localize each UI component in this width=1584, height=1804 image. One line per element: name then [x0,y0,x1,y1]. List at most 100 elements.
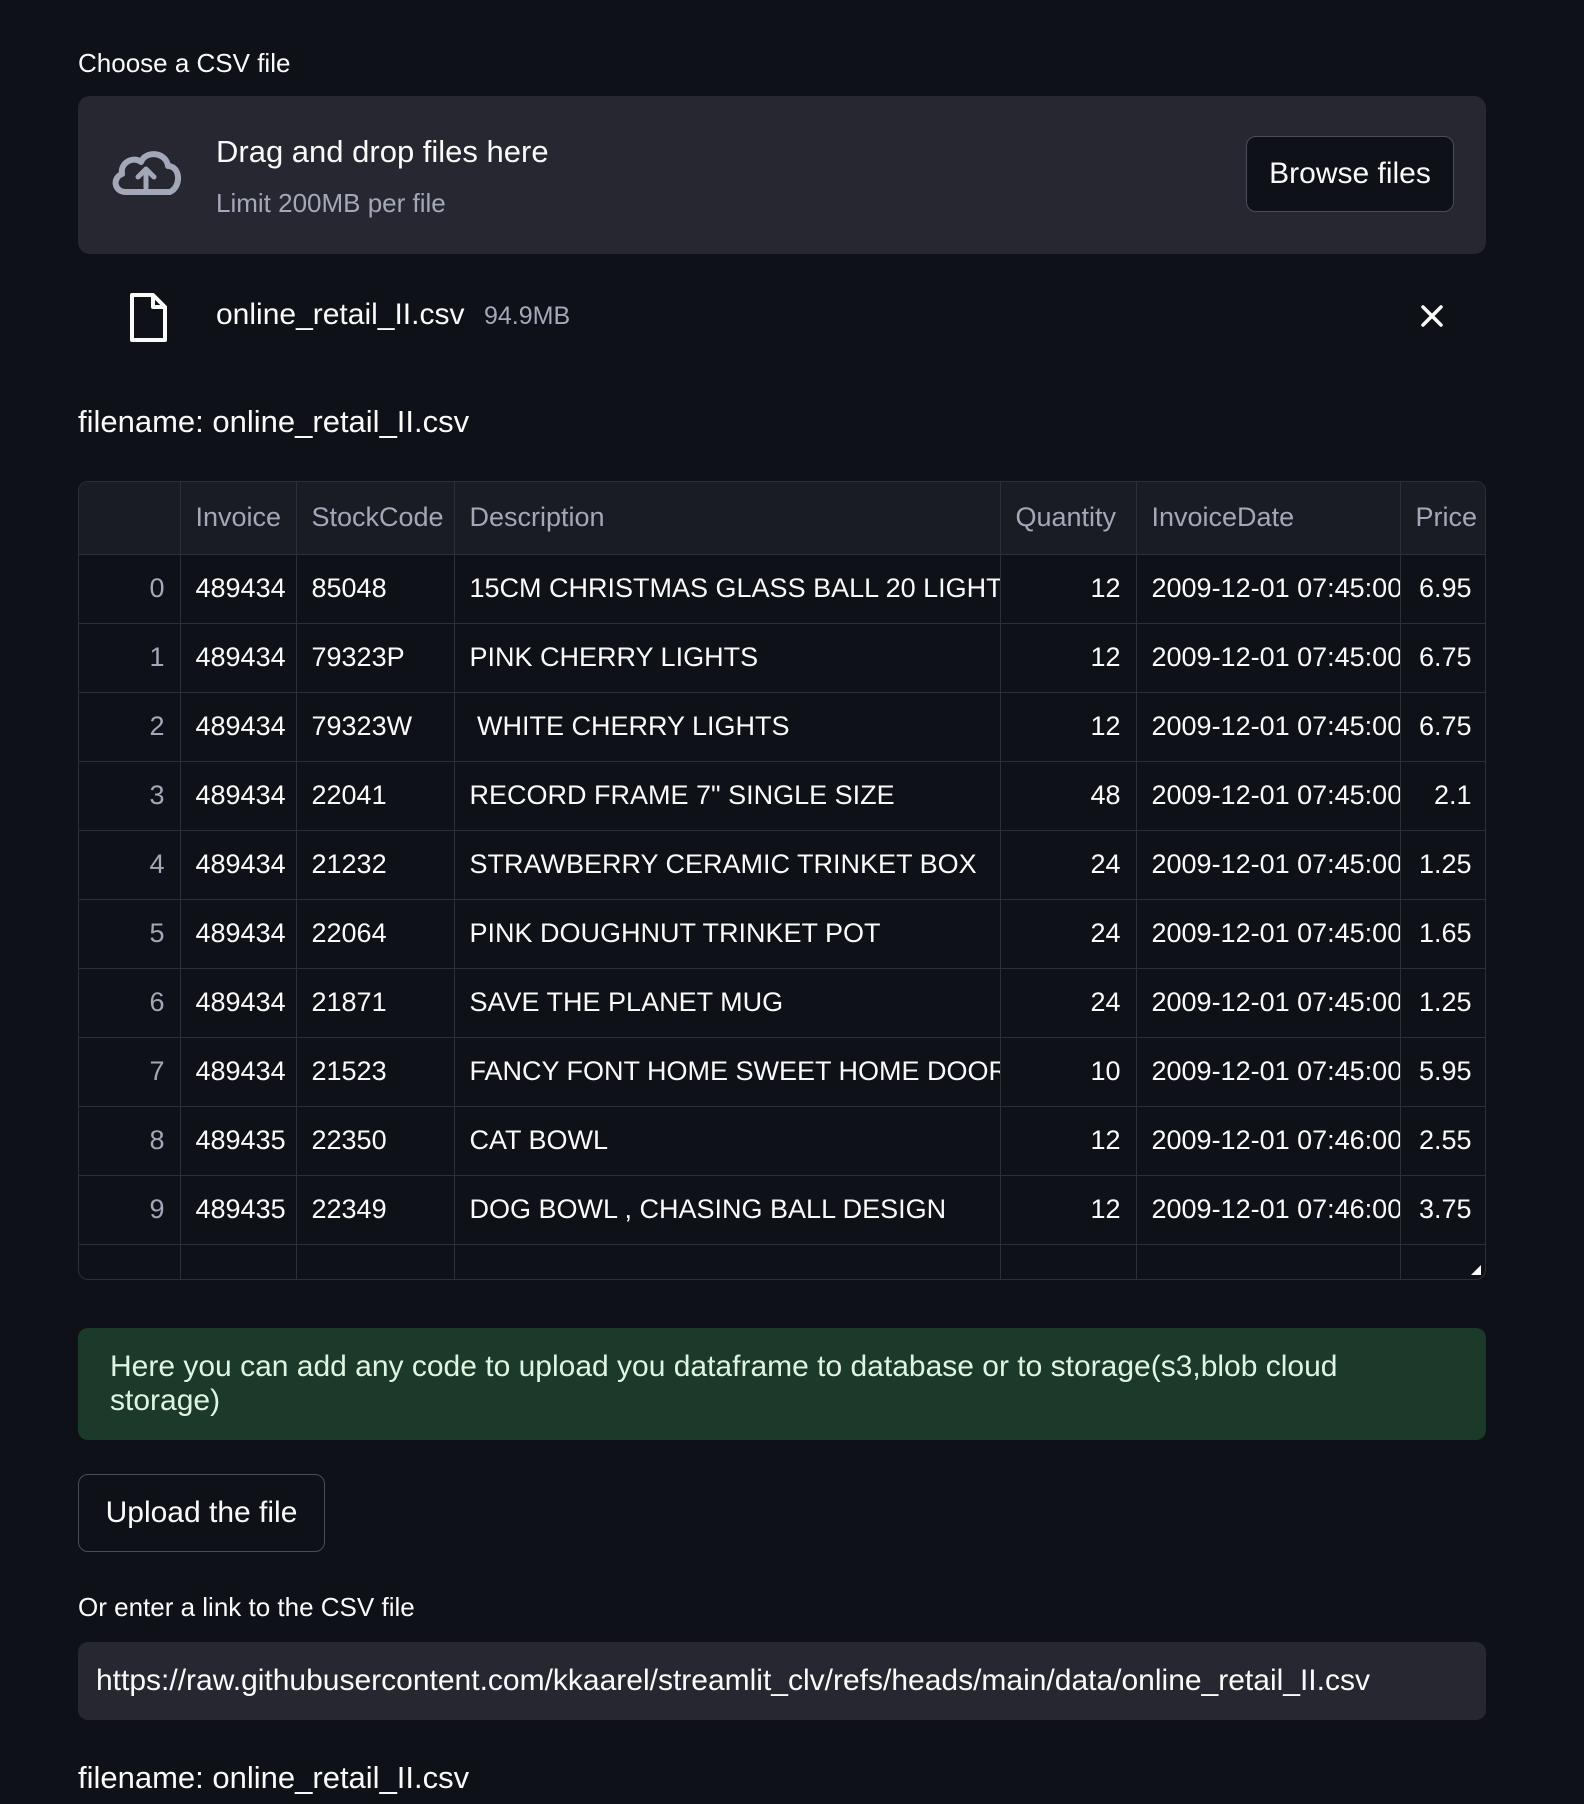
cell-invoicedate[interactable]: 2009-12-01 07:46:00 [1136,1175,1401,1245]
table-row: 1 489434 79323P PINK CHERRY LIGHTS 12 20… [79,623,1485,693]
cell-description[interactable]: PINK DOUGHNUT TRINKET POT [454,899,1001,969]
cell-stockcode[interactable]: 22349 [296,1175,455,1245]
row-index[interactable]: 7 [79,1037,181,1107]
cell-price[interactable]: 6.75 [1400,623,1485,693]
column-header-quantity[interactable]: Quantity [1000,482,1137,555]
column-header-index[interactable] [79,482,181,555]
cell-description[interactable]: CAT BOWL [454,1106,1001,1176]
cell-description[interactable]: STRAWBERRY CERAMIC TRINKET BOX [454,830,1001,900]
cell-invoicedate[interactable]: 2009-12-01 07:45:00 [1136,1037,1401,1107]
cell-stockcode[interactable]: 21523 [296,1037,455,1107]
cell-price[interactable]: 2.55 [1400,1106,1485,1176]
cell-quantity[interactable]: 12 [1000,1106,1137,1176]
csv-link-input[interactable] [78,1642,1486,1720]
cell-description[interactable]: SAVE THE PLANET MUG [454,968,1001,1038]
table-row-partial [79,1244,1485,1279]
cell-price[interactable]: 6.95 [1400,554,1485,624]
cell-invoice[interactable]: 489434 [180,968,297,1038]
cell-invoice[interactable]: 489434 [180,761,297,831]
cell-price[interactable]: 2.1 [1400,761,1485,831]
cell-quantity[interactable]: 24 [1000,830,1137,900]
uploader-label: Choose a CSV file [78,48,291,78]
cell-description[interactable]: 15CM CHRISTMAS GLASS BALL 20 LIGHTS [454,554,1001,624]
link-label: Or enter a link to the CSV file [78,1592,415,1622]
cell-stockcode[interactable]: 85048 [296,554,455,624]
row-index[interactable]: 3 [79,761,181,831]
cell-quantity[interactable]: 12 [1000,692,1137,762]
cell-stockcode[interactable]: 79323W [296,692,455,762]
row-index[interactable] [79,1244,181,1279]
cell-stockcode[interactable]: 22350 [296,1106,455,1176]
cell-description[interactable] [454,1244,1001,1279]
browse-files-button[interactable]: Browse files [1246,136,1454,212]
cell-invoicedate[interactable]: 2009-12-01 07:46:00 [1136,1106,1401,1176]
cell-invoicedate[interactable]: 2009-12-01 07:45:00 [1136,554,1401,624]
cell-quantity[interactable] [1000,1244,1137,1279]
column-header-invoicedate[interactable]: InvoiceDate [1136,482,1401,555]
table-row: 3 489434 22041 RECORD FRAME 7" SINGLE SI… [79,761,1485,831]
cell-quantity[interactable]: 24 [1000,968,1137,1038]
cell-invoice[interactable]: 489434 [180,1037,297,1107]
cell-stockcode[interactable]: 22041 [296,761,455,831]
cell-price[interactable]: 1.65 [1400,899,1485,969]
cell-stockcode[interactable] [296,1244,455,1279]
cell-invoicedate[interactable]: 2009-12-01 07:45:00 [1136,692,1401,762]
cell-quantity[interactable]: 12 [1000,623,1137,693]
row-index[interactable]: 0 [79,554,181,624]
cell-description[interactable]: FANCY FONT HOME SWEET HOME DOORMAT [454,1037,1001,1107]
table-row: 9 489435 22349 DOG BOWL , CHASING BALL D… [79,1175,1485,1245]
cell-invoice[interactable]: 489435 [180,1106,297,1176]
filename-text: filename: online_retail_II.csv [78,404,470,439]
row-index[interactable]: 1 [79,623,181,693]
cell-stockcode[interactable]: 21232 [296,830,455,900]
cell-stockcode[interactable]: 79323P [296,623,455,693]
column-header-price[interactable]: Price [1400,482,1485,555]
row-index[interactable]: 4 [79,830,181,900]
cell-description[interactable]: WHITE CHERRY LIGHTS [454,692,1001,762]
filename-text-2: filename: online_retail_II.csv [78,1760,470,1795]
row-index[interactable]: 6 [79,968,181,1038]
cell-quantity[interactable]: 12 [1000,1175,1137,1245]
cell-invoice[interactable]: 489434 [180,692,297,762]
row-index[interactable]: 8 [79,1106,181,1176]
cell-invoicedate[interactable]: 2009-12-01 07:45:00 [1136,830,1401,900]
cell-description[interactable]: PINK CHERRY LIGHTS [454,623,1001,693]
file-dropzone[interactable]: Drag and drop files here Limit 200MB per… [78,96,1486,254]
cell-price[interactable]: 6.75 [1400,692,1485,762]
cell-description[interactable]: DOG BOWL , CHASING BALL DESIGN [454,1175,1001,1245]
table-header-row: Invoice StockCode Description Quantity I… [79,482,1485,555]
cell-description[interactable]: RECORD FRAME 7" SINGLE SIZE [454,761,1001,831]
cell-quantity[interactable]: 24 [1000,899,1137,969]
column-header-description[interactable]: Description [454,482,1001,555]
cell-invoice[interactable]: 489434 [180,623,297,693]
cell-invoice[interactable]: 489434 [180,899,297,969]
table-resize-handle[interactable] [1471,1265,1481,1275]
upload-file-button[interactable]: Upload the file [78,1474,325,1552]
cloud-upload-icon [112,151,181,195]
dataframe-table[interactable]: Invoice StockCode Description Quantity I… [78,481,1486,1280]
cell-quantity[interactable]: 48 [1000,761,1137,831]
cell-invoicedate[interactable]: 2009-12-01 07:45:00 [1136,761,1401,831]
cell-stockcode[interactable]: 22064 [296,899,455,969]
cell-stockcode[interactable]: 21871 [296,968,455,1038]
cell-invoicedate[interactable]: 2009-12-01 07:45:00 [1136,623,1401,693]
cell-invoice[interactable] [180,1244,297,1279]
cell-price[interactable]: 5.95 [1400,1037,1485,1107]
cell-invoice[interactable]: 489434 [180,554,297,624]
close-icon[interactable] [1414,298,1450,334]
cell-price[interactable]: 1.25 [1400,968,1485,1038]
cell-invoice[interactable]: 489434 [180,830,297,900]
cell-invoicedate[interactable] [1136,1244,1401,1279]
cell-invoicedate[interactable]: 2009-12-01 07:45:00 [1136,899,1401,969]
cell-quantity[interactable]: 10 [1000,1037,1137,1107]
row-index[interactable]: 9 [79,1175,181,1245]
cell-invoice[interactable]: 489435 [180,1175,297,1245]
row-index[interactable]: 5 [79,899,181,969]
column-header-stockcode[interactable]: StockCode [296,482,455,555]
cell-price[interactable]: 3.75 [1400,1175,1485,1245]
column-header-invoice[interactable]: Invoice [180,482,297,555]
cell-quantity[interactable]: 12 [1000,554,1137,624]
cell-price[interactable]: 1.25 [1400,830,1485,900]
row-index[interactable]: 2 [79,692,181,762]
cell-invoicedate[interactable]: 2009-12-01 07:45:00 [1136,968,1401,1038]
